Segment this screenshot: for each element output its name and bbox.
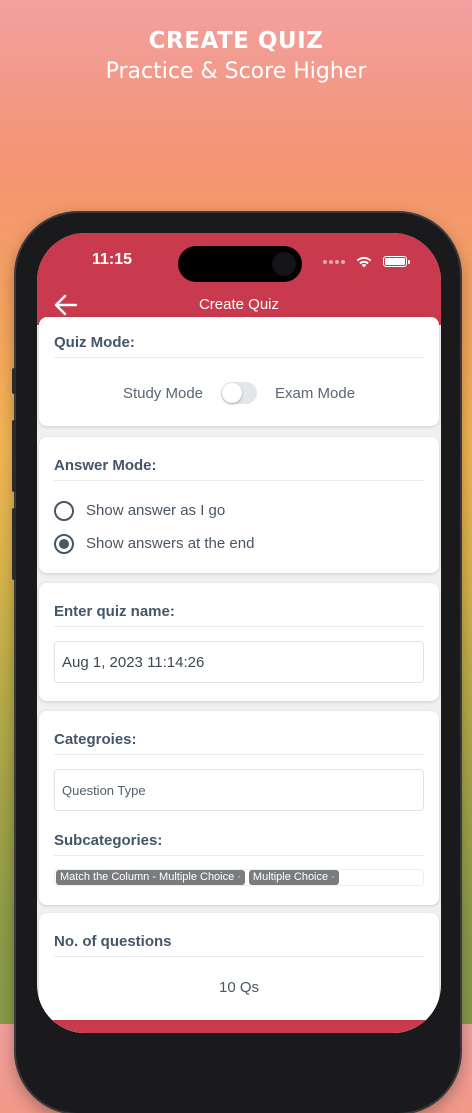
answer-mode-options: Show answer as I go Show answers at the …	[54, 494, 424, 560]
phone-mute-button	[12, 368, 16, 394]
page-title: Create Quiz	[198, 296, 280, 313]
app-header: 11:15 Create Quiz	[37, 233, 441, 325]
signal-icon	[323, 259, 345, 264]
answer-option-label: Show answer as I go	[86, 502, 226, 519]
camera-icon	[272, 252, 296, 276]
answer-mode-card: Answer Mode: Show answer as I go Show an…	[39, 437, 439, 573]
battery-icon	[383, 256, 410, 267]
radio-button-selected[interactable]	[54, 533, 74, 554]
subcategories-title: Subcategories:	[54, 832, 424, 856]
answer-mode-title: Answer Mode:	[54, 457, 424, 481]
promo-header: CREATE QUIZ Practice & Score Higher	[0, 27, 472, 87]
subcategory-chip[interactable]: Match the Column - Multiple Choice ·	[56, 870, 245, 885]
quiz-name-value: Aug 1, 2023 11:14:26	[62, 653, 205, 671]
answer-option-label: Show answers at the end	[86, 535, 255, 552]
promo-title: CREATE QUIZ	[148, 28, 324, 54]
radio-button[interactable]	[54, 500, 74, 521]
answer-option-at-end[interactable]: Show answers at the end	[54, 527, 424, 560]
quiz-name-title: Enter quiz name:	[54, 603, 424, 627]
status-time: 11:15	[92, 251, 133, 268]
categories-title: Categroies:	[54, 731, 424, 755]
quiz-mode-title: Quiz Mode:	[54, 334, 424, 358]
answer-option-as-i-go[interactable]: Show answer as I go	[54, 494, 424, 527]
quiz-mode-card: Quiz Mode: Study Mode Exam Mode	[39, 317, 439, 426]
category-value: Question Type	[62, 782, 146, 798]
quiz-mode-row: Study Mode Exam Mode	[54, 382, 424, 404]
questions-title: No. of questions	[54, 933, 424, 957]
questions-card: No. of questions 10 Qs	[39, 913, 439, 1033]
create-quiz-button[interactable]	[47, 1020, 431, 1033]
subcategories-select[interactable]: Match the Column - Multiple Choice · Mult…	[54, 869, 424, 886]
remove-chip-icon[interactable]: ·	[237, 871, 241, 883]
phone-volume-up-button	[12, 420, 16, 492]
category-select[interactable]: Question Type	[54, 769, 424, 811]
toggle-knob	[222, 383, 242, 403]
quiz-name-input[interactable]: Aug 1, 2023 11:14:26	[54, 641, 424, 683]
status-icons	[323, 255, 410, 268]
dynamic-island	[178, 246, 302, 282]
quiz-mode-toggle[interactable]	[221, 382, 257, 404]
wifi-icon	[356, 256, 372, 268]
study-mode-label: Study Mode	[122, 384, 203, 402]
subcategory-chip[interactable]: Multiple Choice ·	[248, 870, 339, 885]
phone-volume-down-button	[12, 508, 16, 580]
questions-count[interactable]: 10 Qs	[54, 979, 424, 996]
categories-card: Categroies: Question Type Subcategories:…	[39, 711, 439, 905]
remove-chip-icon[interactable]: ·	[331, 871, 335, 883]
exam-mode-label: Exam Mode	[275, 384, 356, 402]
promo-subtitle: Practice & Score Higher	[105, 59, 367, 84]
quiz-name-card: Enter quiz name: Aug 1, 2023 11:14:26	[39, 583, 439, 701]
phone-screen: 11:15 Create Quiz Quiz Mode: Study Mode …	[37, 233, 441, 1033]
